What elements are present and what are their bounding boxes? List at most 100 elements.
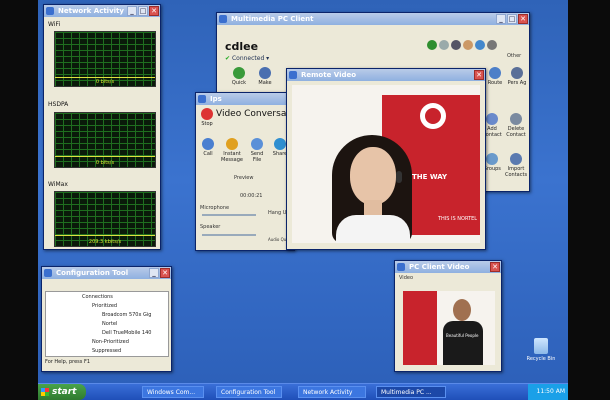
tree-item-prioritized[interactable]: Prioritized xyxy=(92,303,117,309)
configuration-tool-window: Configuration Tool _ ✕ Connections Priori… xyxy=(41,266,172,372)
network-icon xyxy=(46,7,54,15)
preview-tab[interactable]: Preview xyxy=(234,175,253,181)
desktop: Network Activity _ □ ✕ WiFi 0 bits/s HSDPA… xyxy=(38,0,568,400)
network-activity-titlebar[interactable]: Network Activity _ □ ✕ xyxy=(44,5,160,17)
tree-item-connections[interactable]: Connections xyxy=(82,294,113,300)
taskbar-item-windows-com[interactable]: Windows Com... xyxy=(142,386,204,398)
windows-flag-icon xyxy=(41,388,49,396)
taskbar-item-multimedia-pc[interactable]: Multimedia PC ... xyxy=(376,386,446,398)
pc-client-video-titlebar[interactable]: PC Client Video ✕ xyxy=(395,261,501,273)
chat-icon[interactable] xyxy=(475,40,485,50)
monitor-bezel: Network Activity _ □ ✕ WiFi 0 bits/s HSDPA… xyxy=(0,0,610,400)
wifi-label: WiFi xyxy=(48,21,61,28)
remote-video-feed: THE WAY THIS IS NORTEL xyxy=(292,85,480,243)
send-file-label: Send File xyxy=(250,151,264,163)
video-icon xyxy=(289,71,297,79)
close-button[interactable]: ✕ xyxy=(474,70,484,80)
delete-contact-button[interactable]: Delete Contact xyxy=(505,113,527,138)
clock: 11:50 AM xyxy=(536,388,565,395)
maximize-button[interactable]: □ xyxy=(138,6,148,16)
ips-icon xyxy=(198,95,206,103)
stop-button[interactable]: Stop xyxy=(199,108,215,127)
hsdpa-graph: 0 bits/s xyxy=(54,112,156,168)
system-tray: 11:50 AM xyxy=(528,384,568,400)
speaker-slider[interactable] xyxy=(202,234,256,236)
camera-icon[interactable] xyxy=(463,40,473,50)
task-label: Multimedia PC ... xyxy=(381,389,432,396)
route-icon xyxy=(489,67,501,79)
instant-message-button[interactable]: Instant Message xyxy=(220,138,244,163)
route-label: Route xyxy=(487,80,503,86)
import-contacts-label: Import Contacts xyxy=(505,166,528,178)
local-banner xyxy=(403,291,437,365)
conversation-heading: Video Conversation xyxy=(216,109,295,119)
window-title: Remote Video xyxy=(301,71,357,79)
window-title: Configuration Tool xyxy=(56,269,129,277)
task-label: Network Activity xyxy=(303,389,353,396)
side-panel-label: Other xyxy=(507,53,522,59)
tree-label: Connections xyxy=(82,294,113,300)
call-label: Call xyxy=(203,151,213,157)
wifi-graph-line xyxy=(55,77,155,78)
minimize-button[interactable]: _ xyxy=(127,6,137,16)
configuration-tool-titlebar[interactable]: Configuration Tool _ ✕ xyxy=(42,267,171,279)
speaker-label: Speaker xyxy=(200,224,221,230)
arrow-icon[interactable] xyxy=(427,40,437,50)
shirt-text: Beautiful People xyxy=(446,333,479,338)
taskbar-item-network-activity[interactable]: Network Activity xyxy=(298,386,366,398)
hsdpa-graph-line xyxy=(55,156,155,157)
recycle-bin[interactable]: Recycle Bin xyxy=(521,338,561,362)
remote-video-window: Remote Video ✕ THE WAY THIS IS NORTEL xyxy=(286,68,486,250)
pers-ag-label: Pers Ag xyxy=(507,80,527,86)
quick-button[interactable]: Quick xyxy=(227,67,251,86)
window-title: Ips xyxy=(210,95,222,103)
toolbar-icons xyxy=(427,40,497,50)
video-icon xyxy=(397,263,405,271)
minimize-button[interactable]: _ xyxy=(149,268,159,278)
pc-client-video-window: PC Client Video ✕ Video Beautiful People xyxy=(394,260,502,372)
tree-label: Broadcom 570x Gig xyxy=(102,312,152,318)
taskbar-item-configuration-tool[interactable]: Configuration Tool xyxy=(216,386,282,398)
presence-icon[interactable] xyxy=(439,40,449,50)
pc-client-titlebar[interactable]: Multimedia PC Client _ □ ✕ xyxy=(217,13,529,25)
groups-icon xyxy=(486,153,498,165)
wifi-graph: 0 bits/s xyxy=(54,31,156,87)
contacts-icon[interactable] xyxy=(487,40,497,50)
pers-ag-button[interactable]: Pers Ag xyxy=(507,67,527,86)
import-contacts-button[interactable]: Import Contacts xyxy=(505,153,527,178)
maximize-button[interactable]: □ xyxy=(507,14,517,24)
close-button[interactable]: ✕ xyxy=(149,6,159,16)
tree-label: Dell TrueMobile 140 xyxy=(102,330,152,336)
add-contact-icon xyxy=(486,113,498,125)
wimax-graph-line xyxy=(55,235,155,236)
tree-item-broadcom[interactable]: Broadcom 570x Gig xyxy=(102,312,151,318)
wifi-value: 0 bits/s xyxy=(95,79,115,85)
tree-item-non-prioritized[interactable]: Non-Prioritized xyxy=(92,339,129,345)
make-button[interactable]: Make xyxy=(253,67,277,86)
minimize-button[interactable]: _ xyxy=(496,14,506,24)
local-person-shirt: Beautiful People xyxy=(443,321,483,365)
make-icon xyxy=(259,67,271,79)
call-timer: 00:00:21 xyxy=(240,193,263,199)
close-button[interactable]: ✕ xyxy=(490,262,500,272)
microphone-slider[interactable] xyxy=(202,214,256,216)
window-title: Network Activity xyxy=(58,7,124,15)
close-button[interactable]: ✕ xyxy=(160,268,170,278)
send-file-button[interactable]: Send File xyxy=(246,138,268,163)
status-dropdown[interactable]: ✔ Connected ▾ xyxy=(225,55,269,62)
tree-item-suppressed[interactable]: Suppressed xyxy=(92,348,121,354)
window-title: Multimedia PC Client xyxy=(231,15,314,23)
video-conversation-titlebar[interactable]: Ips xyxy=(196,93,294,105)
start-button[interactable]: start xyxy=(38,384,86,400)
call-button[interactable]: Call xyxy=(198,138,218,157)
tree-item-dell[interactable]: Dell TrueMobile 140 xyxy=(102,330,151,336)
tree-item-nortel[interactable]: Nortel xyxy=(102,321,117,327)
wimax-value: 209.3 kbits/s xyxy=(88,239,122,245)
hang-up-label[interactable]: Hang U xyxy=(268,210,286,216)
close-button[interactable]: ✕ xyxy=(518,14,528,24)
phone-icon[interactable] xyxy=(451,40,461,50)
window-title: PC Client Video xyxy=(409,263,470,271)
remote-video-titlebar[interactable]: Remote Video ✕ xyxy=(287,69,485,81)
headset-icon xyxy=(396,171,402,183)
route-button[interactable]: Route xyxy=(485,67,505,86)
